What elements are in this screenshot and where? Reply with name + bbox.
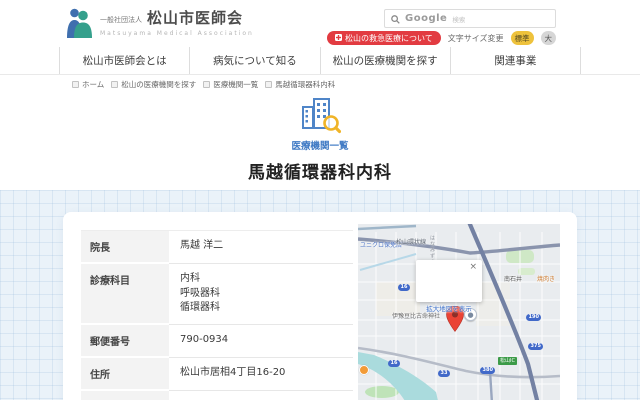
row-value: 790-0934 bbox=[169, 325, 353, 358]
google-map-embed[interactable]: ユニクロ保免店 松山環状線 はなみずき通り 南石井 焼肉き 伊豫豆比古命神社 1… bbox=[358, 224, 560, 400]
row-value: 松山市居相4丁目16-20 bbox=[169, 358, 353, 391]
map-info-window: × 拡大地図を表示 bbox=[416, 260, 482, 313]
breadcrumb: ホーム 松山の医療機関を探す 医療機関一覧 馬越循環器科内科 bbox=[72, 79, 335, 90]
row-label: 電話番号 bbox=[81, 390, 169, 400]
facility-detail-card: 院長 馬越 洋二 診療科目 内科 呼吸器科 循環器科 郵便番号 790-0934… bbox=[63, 212, 577, 400]
table-row-postal-code: 郵便番号 790-0934 bbox=[81, 324, 353, 358]
emergency-care-button[interactable]: 松山の救急医療について bbox=[326, 31, 441, 45]
poi-orange-icon[interactable] bbox=[359, 365, 369, 375]
row-label: 院長 bbox=[81, 231, 169, 264]
row-label: 診療科目 bbox=[81, 264, 169, 325]
breadcrumb-current-page: 馬越循環器科内科 bbox=[265, 79, 335, 90]
route-shield: 16 bbox=[398, 284, 410, 291]
table-row-phone: 電話番号 089-957-7377 bbox=[81, 390, 353, 400]
breadcrumb-icon bbox=[203, 81, 211, 88]
breadcrumb-icon bbox=[111, 81, 119, 88]
page-title: 馬越循環器科内科 bbox=[248, 163, 392, 183]
table-row-address: 住所 松山市居相4丁目16-20 bbox=[81, 357, 353, 391]
breadcrumb-icon bbox=[72, 81, 79, 88]
facility-details-table: 院長 馬越 洋二 診療科目 内科 呼吸器科 循環器科 郵便番号 790-0934… bbox=[81, 230, 353, 400]
route-shield: 380 bbox=[480, 367, 496, 374]
row-value: 内科 呼吸器科 循環器科 bbox=[169, 264, 353, 325]
search-icon bbox=[391, 9, 400, 28]
medical-association-logo-icon bbox=[66, 7, 93, 42]
table-row-director: 院長 馬越 洋二 bbox=[81, 231, 353, 264]
section-label: 医療機関一覧 bbox=[291, 141, 349, 152]
nav-item-about[interactable]: 松山市医師会とは bbox=[59, 47, 189, 74]
route-shield: 16 bbox=[388, 360, 400, 367]
clinic-search-icon bbox=[302, 98, 341, 134]
map-label-restaurant[interactable]: 焼肉き bbox=[537, 274, 555, 283]
breadcrumb-icon bbox=[265, 81, 273, 88]
font-size-large-button[interactable]: 大 bbox=[540, 31, 556, 45]
site-header: 一般社団法人 松山市医師会 Matsuyama Medical Associat… bbox=[0, 0, 640, 47]
route-shield: 190 bbox=[526, 314, 542, 321]
row-label: 郵便番号 bbox=[81, 324, 169, 358]
google-search-input[interactable]: Google 検索 bbox=[384, 9, 556, 28]
nav-item-find-facility[interactable]: 松山の医療機関を探す bbox=[319, 47, 450, 74]
google-brand-label: Google bbox=[405, 13, 448, 24]
breadcrumb-home[interactable]: ホーム bbox=[72, 79, 104, 90]
close-icon[interactable]: × bbox=[469, 263, 477, 272]
main-nav: 松山市医師会とは 病気について知る 松山の医療機関を探す 関連事業 bbox=[0, 47, 640, 75]
row-value: 馬越 洋二 bbox=[169, 231, 353, 264]
route-shield: 375 bbox=[528, 343, 544, 350]
org-name: 松山市医師会 bbox=[147, 9, 244, 27]
nav-item-diseases[interactable]: 病気について知る bbox=[189, 47, 319, 74]
map-label-district: 南石井 bbox=[504, 276, 523, 283]
map-label-interchange: 松山IC bbox=[498, 357, 517, 365]
org-type-label: 一般社団法人 bbox=[100, 16, 142, 24]
search-placeholder-label: 検索 bbox=[452, 15, 466, 24]
first-aid-icon bbox=[334, 33, 342, 43]
breadcrumb-find-facility[interactable]: 松山の医療機関を探す bbox=[111, 79, 196, 90]
nav-item-related[interactable]: 関連事業 bbox=[449, 47, 581, 74]
breadcrumb-facility-list[interactable]: 医療機関一覧 bbox=[203, 79, 258, 90]
site-logo[interactable]: 一般社団法人 松山市医師会 Matsuyama Medical Associat… bbox=[66, 7, 254, 42]
page-heading: 医療機関一覧 馬越循環器科内科 bbox=[0, 94, 640, 183]
emergency-care-label: 松山の救急医療について bbox=[344, 33, 433, 43]
view-larger-map-link[interactable]: 拡大地図を表示 bbox=[416, 303, 482, 313]
table-row-departments: 診療科目 内科 呼吸器科 循環器科 bbox=[81, 264, 353, 325]
font-size-standard-button[interactable]: 標準 bbox=[510, 31, 534, 45]
org-name-english: Matsuyama Medical Association bbox=[100, 30, 254, 37]
route-shield: 33 bbox=[438, 370, 450, 377]
map-label-ring-road: 松山環状線 bbox=[396, 239, 427, 246]
row-label: 住所 bbox=[81, 357, 169, 391]
font-size-label: 文字サイズ変更 bbox=[447, 33, 504, 43]
row-value: 089-957-7377 bbox=[169, 391, 353, 400]
